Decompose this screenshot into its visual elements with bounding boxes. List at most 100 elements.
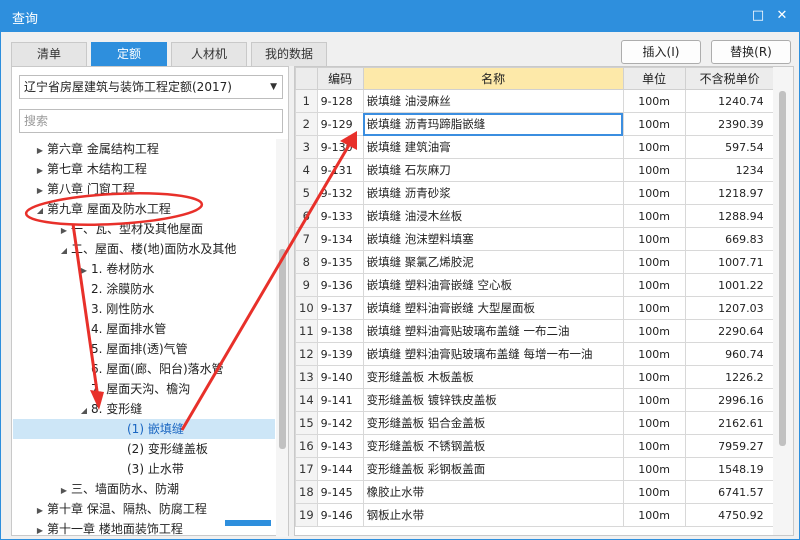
tab-quota[interactable]: 定额 <box>91 42 167 66</box>
row-unit[interactable]: 100m <box>622 89 686 113</box>
row-code[interactable]: 9-134 <box>316 227 364 251</box>
scrollbar-thumb[interactable] <box>279 249 286 449</box>
row-name[interactable]: 嵌填缝 沥青玛蹄脂嵌缝 <box>362 112 624 136</box>
row-price[interactable]: 1007.71 <box>684 250 775 274</box>
row-number[interactable]: 14 <box>295 388 318 412</box>
row-code[interactable]: 9-130 <box>316 135 364 159</box>
replace-button[interactable]: 替换(R) <box>711 40 791 64</box>
table-row[interactable]: 12 9-139 嵌填缝 塑料油膏贴玻璃布盖缝 每增一布一油 100m 960.74 <box>295 342 775 366</box>
row-name[interactable]: 变形缝盖板 镀锌铁皮盖板 <box>362 388 624 412</box>
row-number[interactable]: 5 <box>295 181 318 205</box>
tree-node[interactable]: 4. 屋面排水管 <box>13 319 275 339</box>
tree-node[interactable]: 6. 屋面(廊、阳台)落水管 <box>13 359 275 379</box>
row-price[interactable]: 2996.16 <box>684 388 775 412</box>
header-name[interactable]: 名称 <box>362 67 624 90</box>
quota-library-select[interactable]: 辽宁省房屋建筑与装饰工程定额(2017) ▼ <box>19 75 283 99</box>
row-price[interactable]: 1226.2 <box>684 365 775 389</box>
tree-node[interactable]: (2) 变形缝盖板 <box>13 439 275 459</box>
row-code[interactable]: 9-146 <box>316 503 364 527</box>
table-row[interactable]: 15 9-142 变形缝盖板 铝合金盖板 100m 2162.61 <box>295 411 775 435</box>
expand-toggle-icon[interactable]: ▶ <box>33 181 47 201</box>
expand-toggle-icon[interactable]: ▶ <box>33 521 47 537</box>
row-name[interactable]: 嵌填缝 塑料油膏贴玻璃布盖缝 每增一布一油 <box>362 342 624 366</box>
scrollbar-thumb[interactable] <box>779 91 786 446</box>
row-code[interactable]: 9-142 <box>316 411 364 435</box>
row-name[interactable]: 变形缝盖板 铝合金盖板 <box>362 411 624 435</box>
expand-toggle-icon[interactable]: ▶ <box>33 141 47 161</box>
expand-toggle-icon[interactable]: ◢ <box>77 401 91 421</box>
row-number[interactable]: 6 <box>295 204 318 228</box>
tree-node[interactable]: ▶ 第十章 保温、隔热、防腐工程 <box>13 499 275 519</box>
tree-node[interactable]: ▶ 三、墙面防水、防潮 <box>13 479 275 499</box>
expand-toggle-icon[interactable]: ▶ <box>33 501 47 521</box>
row-number[interactable]: 17 <box>295 457 318 481</box>
table-row[interactable]: 4 9-131 嵌填缝 石灰麻刀 100m 1234 <box>295 158 775 182</box>
tree-node[interactable]: 3. 刚性防水 <box>13 299 275 319</box>
table-row[interactable]: 3 9-130 嵌填缝 建筑油膏 100m 597.54 <box>295 135 775 159</box>
table-row[interactable]: 7 9-134 嵌填缝 泡沫塑料填塞 100m 669.83 <box>295 227 775 251</box>
row-unit[interactable]: 100m <box>622 365 686 389</box>
tree-node[interactable]: ▶ 第七章 木结构工程 <box>13 159 275 179</box>
expand-toggle-icon[interactable]: ◢ <box>57 241 71 261</box>
row-unit[interactable]: 100m <box>622 388 686 412</box>
table-row[interactable]: 6 9-133 嵌填缝 油浸木丝板 100m 1288.94 <box>295 204 775 228</box>
table-scrollbar[interactable] <box>773 67 793 535</box>
search-input[interactable]: 搜索 <box>19 109 283 133</box>
row-price[interactable]: 1548.19 <box>684 457 775 481</box>
expand-toggle-icon[interactable]: ▶ <box>33 161 47 181</box>
row-number[interactable]: 10 <box>295 296 318 320</box>
row-unit[interactable]: 100m <box>622 434 686 458</box>
row-name[interactable]: 变形缝盖板 不锈钢盖板 <box>362 434 624 458</box>
row-code[interactable]: 9-141 <box>316 388 364 412</box>
tree-node[interactable]: ▶ 第六章 金属结构工程 <box>13 139 275 159</box>
row-code[interactable]: 9-135 <box>316 250 364 274</box>
tree-node[interactable]: ◢ 第九章 屋面及防水工程 <box>13 199 275 219</box>
tree-node[interactable]: ◢ 二、屋面、楼(地)面防水及其他 <box>13 239 275 259</box>
row-price[interactable]: 6741.57 <box>684 480 775 504</box>
row-name[interactable]: 变形缝盖板 木板盖板 <box>362 365 624 389</box>
row-code[interactable]: 9-144 <box>316 457 364 481</box>
row-price[interactable]: 4750.92 <box>684 503 775 527</box>
splitter-grip[interactable] <box>225 520 271 526</box>
row-number[interactable]: 19 <box>295 503 318 527</box>
row-code[interactable]: 9-136 <box>316 273 364 297</box>
row-name[interactable]: 嵌填缝 塑料油膏嵌缝 空心板 <box>362 273 624 297</box>
row-number[interactable]: 8 <box>295 250 318 274</box>
table-row[interactable]: 14 9-141 变形缝盖板 镀锌铁皮盖板 100m 2996.16 <box>295 388 775 412</box>
row-code[interactable]: 9-143 <box>316 434 364 458</box>
row-code[interactable]: 9-140 <box>316 365 364 389</box>
row-number[interactable]: 7 <box>295 227 318 251</box>
row-code[interactable]: 9-128 <box>316 89 364 113</box>
row-name[interactable]: 嵌填缝 油浸木丝板 <box>362 204 624 228</box>
tree-node[interactable]: ◢ 8. 变形缝 <box>13 399 275 419</box>
row-price[interactable]: 2390.39 <box>684 112 775 136</box>
row-unit[interactable]: 100m <box>622 319 686 343</box>
tree-node[interactable]: ▶ 第八章 门窗工程 <box>13 179 275 199</box>
row-name[interactable]: 橡胶止水带 <box>362 480 624 504</box>
row-number[interactable]: 1 <box>295 89 318 113</box>
row-price[interactable]: 1288.94 <box>684 204 775 228</box>
table-row[interactable]: 10 9-137 嵌填缝 塑料油膏嵌缝 大型屋面板 100m 1207.03 <box>295 296 775 320</box>
expand-toggle-icon[interactable]: ▶ <box>77 261 91 281</box>
row-unit[interactable]: 100m <box>622 181 686 205</box>
row-number[interactable]: 2 <box>295 112 318 136</box>
row-code[interactable]: 9-131 <box>316 158 364 182</box>
row-unit[interactable]: 100m <box>622 250 686 274</box>
table-row[interactable]: 9 9-136 嵌填缝 塑料油膏嵌缝 空心板 100m 1001.22 <box>295 273 775 297</box>
row-unit[interactable]: 100m <box>622 342 686 366</box>
close-icon[interactable]: ✕ <box>772 6 792 26</box>
row-price[interactable]: 2162.61 <box>684 411 775 435</box>
row-number[interactable]: 3 <box>295 135 318 159</box>
table-row[interactable]: 13 9-140 变形缝盖板 木板盖板 100m 1226.2 <box>295 365 775 389</box>
row-number[interactable]: 4 <box>295 158 318 182</box>
row-unit[interactable]: 100m <box>622 112 686 136</box>
header-code[interactable]: 编码 <box>316 67 364 90</box>
tree-node[interactable]: 5. 屋面排(透)气管 <box>13 339 275 359</box>
header-price[interactable]: 不含税单价 <box>684 67 775 90</box>
row-code[interactable]: 9-138 <box>316 319 364 343</box>
row-unit[interactable]: 100m <box>622 204 686 228</box>
row-number[interactable]: 12 <box>295 342 318 366</box>
row-price[interactable]: 1001.22 <box>684 273 775 297</box>
tree-node[interactable]: ▶ 1. 卷材防水 <box>13 259 275 279</box>
table-row[interactable]: 16 9-143 变形缝盖板 不锈钢盖板 100m 7959.27 <box>295 434 775 458</box>
